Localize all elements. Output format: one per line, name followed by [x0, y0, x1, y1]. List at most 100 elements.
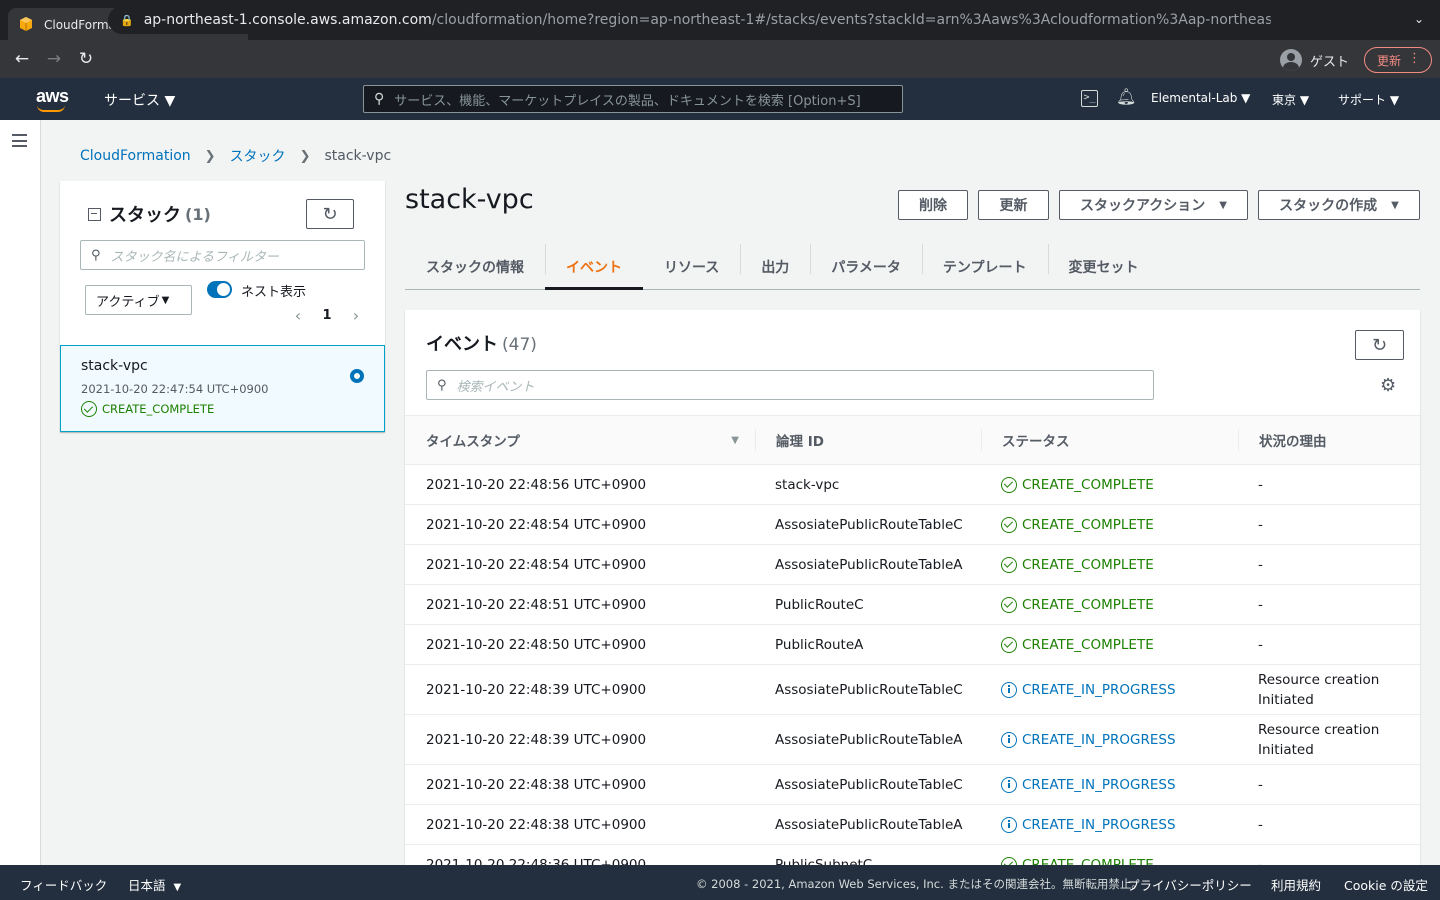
event-status-text: CREATE_IN_PROGRESS	[1022, 776, 1176, 793]
language-select[interactable]: 日本語 ▼	[128, 875, 181, 894]
stack-actions-button[interactable]: スタックアクション ▼	[1059, 190, 1248, 220]
info-icon	[1001, 681, 1017, 698]
menu-icon[interactable]	[12, 134, 27, 147]
event-status: CREATE_IN_PROGRESS	[1001, 715, 1176, 764]
profile-button[interactable]: ゲスト	[1280, 46, 1349, 74]
refresh-icon: ↻	[1371, 334, 1388, 356]
stack-filter-placeholder: スタック名によるフィルター	[110, 249, 279, 265]
success-check-icon	[81, 401, 97, 417]
events-header: イベント (47)	[426, 330, 537, 356]
column-status[interactable]: ステータス	[981, 416, 1070, 464]
events-refresh-button[interactable]: ↻	[1355, 330, 1404, 360]
current-page[interactable]: 1	[308, 308, 346, 323]
column-logical-id[interactable]: 論理 ID	[755, 416, 824, 464]
tab-template[interactable]: テンプレート	[921, 244, 1048, 289]
event-timestamp: 2021-10-20 22:48:56 UTC+0900	[426, 476, 647, 493]
bell-icon[interactable]: 🔔︎	[1116, 87, 1136, 106]
column-timestamp[interactable]: タイムスタンプ ▼	[426, 416, 751, 464]
status-reason-text: -	[1258, 636, 1263, 653]
event-status-reason: -	[1258, 545, 1263, 584]
terms-link[interactable]: 利用規約	[1271, 875, 1321, 894]
event-logical-id: AssosiatePublicRouteTableC	[775, 516, 963, 533]
tab-parameters[interactable]: パラメータ	[810, 244, 922, 289]
gear-icon[interactable]: ⚙	[1380, 375, 1396, 396]
update-button[interactable]: 更新	[978, 190, 1049, 220]
stacks-refresh-button[interactable]: ↻	[306, 199, 354, 229]
url-bar[interactable]: 🔒 ap-northeast-1.console.aws.amazon.com /…	[108, 6, 1271, 34]
event-timestamp: 2021-10-20 22:48:54 UTC+0900	[426, 516, 647, 533]
column-timestamp-label: タイムスタンプ	[426, 434, 520, 450]
column-status-reason[interactable]: 状況の理由	[1238, 416, 1327, 464]
events-panel: イベント (47) ↻ ⚲ 検索イベント ⚙ タイムスタンプ ▼ 論理 ID ステー…	[405, 310, 1420, 870]
event-status-text: CREATE_COMPLETE	[1022, 636, 1154, 653]
event-row: 2021-10-20 22:48:51 UTC+0900 PublicRouteC…	[405, 585, 1420, 625]
aws-logo[interactable]: aws	[36, 86, 69, 112]
tab-stack-info[interactable]: スタックの情報	[405, 244, 545, 289]
event-logical-id: AssosiatePublicRouteTableC	[775, 681, 963, 698]
account-menu[interactable]: Elemental-Lab ▼	[1151, 91, 1250, 105]
status-reason-line2: Initiated	[1258, 741, 1314, 758]
stack-filter-input[interactable]: ⚲ スタック名によるフィルター	[80, 240, 365, 270]
stacks-panel-title: スタック (1)	[88, 201, 211, 227]
stack-list-item[interactable]: stack-vpc 2021-10-20 22:47:54 UTC+0900 C…	[60, 345, 385, 432]
event-row: 2021-10-20 22:48:50 UTC+0900 PublicRouteA…	[405, 625, 1420, 665]
search-icon: ⚲	[374, 91, 385, 107]
next-page-icon[interactable]: ›	[346, 306, 366, 325]
collapse-icon[interactable]	[88, 207, 101, 221]
services-menu[interactable]: サービス ▼	[104, 90, 175, 110]
event-timestamp: 2021-10-20 22:48:38 UTC+0900	[426, 816, 647, 833]
aws-logo-text: aws	[36, 86, 69, 106]
events-count: (47)	[502, 335, 537, 355]
side-navigation	[0, 120, 41, 865]
event-logical-id: PublicRouteC	[775, 596, 864, 613]
event-status-reason: -	[1258, 805, 1263, 844]
event-row: 2021-10-20 22:48:54 UTC+0900 AssosiatePub…	[405, 505, 1420, 545]
cookie-settings-link[interactable]: Cookie の設定	[1344, 875, 1428, 894]
stack-select-radio[interactable]	[350, 369, 364, 383]
delete-button[interactable]: 削除	[898, 190, 968, 220]
aws-top-nav: aws サービス ▼ ⚲ サービス、機能、マーケットプレイスの製品、ドキュメント…	[0, 78, 1440, 120]
event-status-reason: -	[1258, 465, 1263, 504]
breadcrumb-cloudformation[interactable]: CloudFormation	[80, 148, 191, 164]
privacy-link[interactable]: プライバシーポリシー	[1127, 875, 1252, 894]
tab-resources[interactable]: リソース	[643, 244, 740, 289]
event-status-text: CREATE_IN_PROGRESS	[1022, 816, 1176, 833]
forward-arrow-icon[interactable]: →	[38, 49, 70, 69]
region-menu[interactable]: 東京 ▼	[1272, 91, 1309, 108]
status-filter-select[interactable]: アクティブ ▼	[85, 285, 192, 315]
stack-actions-label: スタックアクション	[1079, 198, 1206, 214]
event-status: CREATE_IN_PROGRESS	[1001, 765, 1176, 804]
status-reason-text: -	[1258, 556, 1263, 573]
sort-desc-icon[interactable]: ▼	[731, 435, 739, 446]
tab-change-sets[interactable]: 変更セット	[1047, 244, 1160, 289]
prev-page-icon[interactable]: ‹	[288, 306, 308, 325]
success-check-icon	[1001, 476, 1017, 493]
reload-icon[interactable]: ↻	[70, 49, 102, 69]
nested-view-toggle[interactable]	[207, 281, 232, 298]
lock-icon: 🔒	[120, 13, 134, 27]
breadcrumb-stacks[interactable]: スタック	[230, 146, 286, 166]
tab-outputs[interactable]: 出力	[740, 244, 810, 289]
status-reason-line1: Resource creation	[1258, 671, 1380, 688]
global-search-input[interactable]: ⚲ サービス、機能、マーケットプレイスの製品、ドキュメントを検索 [Option…	[363, 85, 903, 113]
caret-down-icon: ▼	[173, 882, 182, 893]
event-timestamp: 2021-10-20 22:48:51 UTC+0900	[426, 596, 647, 613]
info-icon	[1001, 816, 1017, 833]
events-search-placeholder: 検索イベント	[456, 379, 535, 395]
support-menu[interactable]: サポート ▼	[1338, 91, 1399, 108]
events-search-input[interactable]: ⚲ 検索イベント	[426, 370, 1154, 400]
tab-events[interactable]: イベント	[545, 244, 643, 290]
event-row: 2021-10-20 22:48:38 UTC+0900 AssosiatePub…	[405, 765, 1420, 805]
cloudshell-icon[interactable]: >_	[1081, 90, 1098, 107]
avatar-icon	[1280, 49, 1302, 71]
back-arrow-icon[interactable]: ←	[6, 49, 38, 69]
tab-search-chevron-icon[interactable]: ⌄	[1414, 12, 1424, 26]
event-status-reason: -	[1258, 625, 1263, 664]
create-stack-button[interactable]: スタックの作成 ▼	[1258, 190, 1420, 220]
search-icon: ⚲	[91, 247, 101, 263]
breadcrumb: CloudFormation ❯ スタック ❯ stack-vpc	[80, 146, 391, 166]
info-icon	[1001, 731, 1017, 748]
event-timestamp: 2021-10-20 22:48:54 UTC+0900	[426, 556, 647, 573]
browser-update-button[interactable]: 更新 ⋮	[1364, 47, 1432, 73]
feedback-link[interactable]: フィードバック	[20, 875, 107, 894]
